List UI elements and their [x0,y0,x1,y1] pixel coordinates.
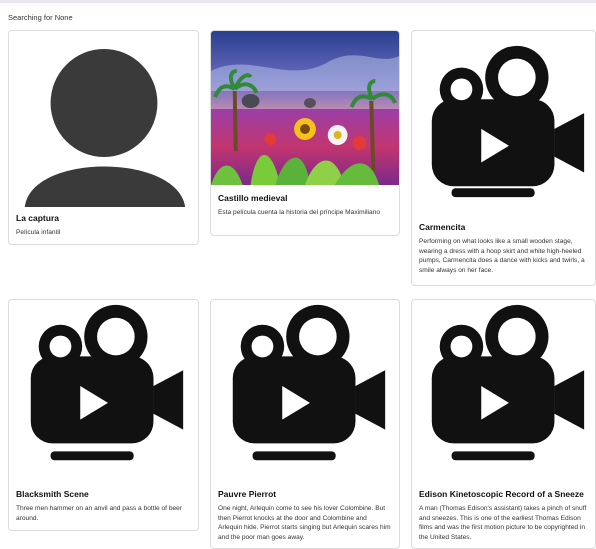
search-status-text: Searching for None [8,13,73,22]
movie-title[interactable]: La captura [16,213,191,224]
movie-title[interactable]: Castillo medieval [218,193,392,204]
movie-title[interactable]: Pauvre Pierrot [218,489,392,500]
movie-card-blacksmith-scene[interactable]: Blacksmith Scene Three men hammer on an … [8,299,199,531]
movie-camera-icon [412,300,595,480]
movie-card-la-captura[interactable]: La captura Película infantil [8,30,199,245]
movie-card-pauvre-pierrot[interactable]: Pauvre Pierrot One night, Arlequin come … [210,299,400,549]
top-border [0,0,596,3]
movie-title[interactable]: Carmencita [419,222,588,233]
person-placeholder-icon [9,31,198,207]
movie-camera-icon [412,31,595,211]
movie-card-carmencita[interactable]: Carmencita Performing on what looks like… [411,30,596,286]
movie-card-edison-sneeze[interactable]: Edison Kinetoscopic Record of a Sneeze A… [411,299,596,549]
movie-description: Performing on what looks like a small wo… [419,238,585,274]
fantasy-landscape-photo [211,31,399,185]
movie-card-castillo-medieval[interactable]: Castillo medieval Esta película cuenta l… [210,30,400,236]
movie-description: Película infantil [16,229,61,236]
movie-description: A man (Thomas Edison's assistant) takes … [419,505,587,541]
movie-description: One night, Arlequin come to see his love… [218,505,391,541]
movie-description: Esta película cuenta la historia del prí… [218,209,380,216]
movie-camera-icon [9,300,198,480]
movie-title[interactable]: Blacksmith Scene [16,489,191,500]
movie-camera-icon [211,300,399,480]
movie-title[interactable]: Edison Kinetoscopic Record of a Sneeze [419,489,588,500]
movie-description: Three men hammer on an anvil and pass a … [16,505,183,522]
